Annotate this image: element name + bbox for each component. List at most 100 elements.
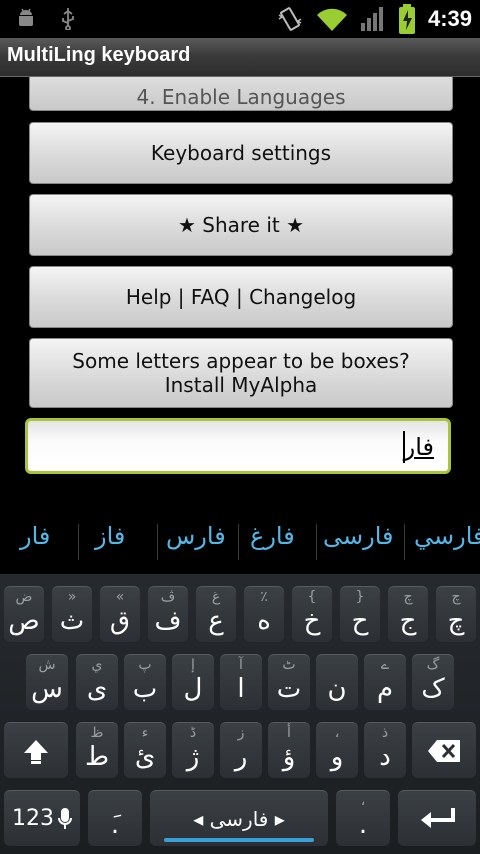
key-hint: » <box>67 589 77 605</box>
key-label: چ <box>447 606 465 636</box>
key[interactable]: ذد <box>364 722 406 778</box>
space-language-indicator <box>164 838 314 842</box>
key-hint: ٹ <box>282 657 296 673</box>
space-key[interactable]: ◂ فارسی ▸ <box>150 790 328 846</box>
android-debug-icon <box>19 8 33 26</box>
key[interactable]: گک <box>412 654 454 710</box>
key-hint: ي <box>91 657 103 673</box>
microphone-icon <box>58 807 72 829</box>
key-label: ج <box>399 606 417 636</box>
suggestion-item[interactable]: فارسی <box>323 522 394 550</box>
key-label: ی <box>86 674 108 704</box>
key-label: ک <box>421 674 445 704</box>
key[interactable]: ضص <box>4 586 44 642</box>
suggestion-item[interactable]: فاز <box>95 522 125 550</box>
key[interactable]: زر <box>220 722 262 778</box>
suggestion-divider <box>78 524 79 560</box>
key-hint: ڤ <box>160 589 176 605</box>
key-hint: گ <box>426 657 440 673</box>
install-myalpha-button[interactable]: Some letters appear to be boxes? Install… <box>29 338 453 408</box>
share-it-button[interactable]: ★ Share it ★ <box>29 194 453 256</box>
key-label: ط <box>84 742 110 772</box>
key-hint: ض <box>15 589 33 605</box>
key[interactable]: إل <box>172 654 214 710</box>
key-label: س <box>31 674 63 704</box>
key[interactable]: يی <box>76 654 118 710</box>
key[interactable]: ٹت <box>268 654 310 710</box>
key-label: ث <box>59 606 85 636</box>
suggestion-item[interactable]: فارسي <box>414 522 480 550</box>
key-hint: پ <box>138 657 152 673</box>
enter-key[interactable] <box>398 790 476 846</box>
punctuation-key[interactable]: َ. <box>88 790 142 846</box>
key[interactable]: ، و <box>316 722 358 778</box>
key-label: د <box>379 742 391 772</box>
key-label: ئ <box>134 742 156 772</box>
key-label: ت <box>276 674 302 704</box>
usb-icon <box>62 8 74 30</box>
enable-languages-label: 4. Enable Languages <box>136 85 346 109</box>
help-faq-changelog-button[interactable]: Help | FAQ | Changelog <box>29 266 453 328</box>
soft-keyboard: ضص » ث «ق ڤف غع ٪ ه {خ } ح چج چچ شس يی پب إ… <box>0 574 480 854</box>
key[interactable]: «ق <box>100 586 140 642</box>
key-hint: ڈ <box>189 725 197 741</box>
key-hint: } <box>355 589 365 605</box>
status-bar: 4:39 <box>0 0 480 38</box>
text-cursor <box>403 431 405 463</box>
key[interactable]: غع <box>196 586 236 642</box>
text-input-value: فار <box>403 433 434 461</box>
key[interactable]: ڤف <box>148 586 188 642</box>
help-label: Help | FAQ | Changelog <box>125 285 357 309</box>
key-hint: ء <box>141 725 149 741</box>
key[interactable]: ٪ ه <box>244 586 284 642</box>
key[interactable]: چچ <box>436 586 476 642</box>
suggestion-item[interactable]: فارس <box>166 522 226 550</box>
key-hint: ، <box>360 793 366 809</box>
key[interactable]: ءئ <box>124 722 166 778</box>
key-label: ف <box>154 606 182 636</box>
period-key[interactable]: ،. <box>336 790 390 846</box>
key-hint: ز <box>237 725 245 741</box>
battery-charging-icon <box>398 4 415 34</box>
suggestion-divider <box>157 524 158 560</box>
key-label: و <box>330 742 344 772</box>
suggestion-item[interactable]: فارغ <box>250 522 295 550</box>
key[interactable]: پب <box>124 654 166 710</box>
main-content: 4. Enable Languages Keyboard settings ★ … <box>0 77 480 500</box>
key[interactable]: } ح <box>340 586 380 642</box>
key-label: ر <box>234 742 248 772</box>
key[interactable]: » ث <box>52 586 92 642</box>
key-label: ژ <box>186 742 200 772</box>
key[interactable]: ڈژ <box>172 722 214 778</box>
key[interactable]: ےم <box>364 654 406 710</box>
clock: 4:39 <box>427 6 472 31</box>
shift-key[interactable] <box>4 722 68 778</box>
key-label: . <box>358 810 368 840</box>
key-hint: ظ <box>90 725 104 741</box>
title-bar: MultiLing keyboard <box>0 38 480 77</box>
wifi-icon <box>316 8 347 31</box>
key[interactable]: أؤ <box>268 722 310 778</box>
numbers-mic: 123 <box>4 791 80 846</box>
key[interactable]: چج <box>388 586 428 642</box>
key-hint: ذ <box>381 725 389 741</box>
text-input-field[interactable]: فار <box>25 418 451 474</box>
key[interactable]: {خ <box>292 586 332 642</box>
key-label: ؤ <box>282 742 296 772</box>
enable-languages-button[interactable]: 4. Enable Languages <box>29 77 453 111</box>
key[interactable]: ظط <box>76 722 118 778</box>
app-title: MultiLing keyboard <box>7 44 191 66</box>
key[interactable]: ن <box>316 654 358 710</box>
numbers-mic-key[interactable]: 123 <box>4 790 80 846</box>
key[interactable]: آا <box>220 654 262 710</box>
key-label: ح <box>351 606 369 636</box>
keyboard-settings-button[interactable]: Keyboard settings <box>29 122 453 184</box>
key[interactable]: شس <box>26 654 68 710</box>
key-hint: ٪ <box>260 589 268 605</box>
key-label: ص <box>8 606 40 636</box>
key-hint: { <box>307 589 317 605</box>
suggestion-item[interactable]: فار <box>20 522 50 550</box>
key-hint: چ <box>403 589 413 605</box>
backspace-key[interactable] <box>412 722 476 778</box>
key-hint: آ <box>239 657 243 673</box>
